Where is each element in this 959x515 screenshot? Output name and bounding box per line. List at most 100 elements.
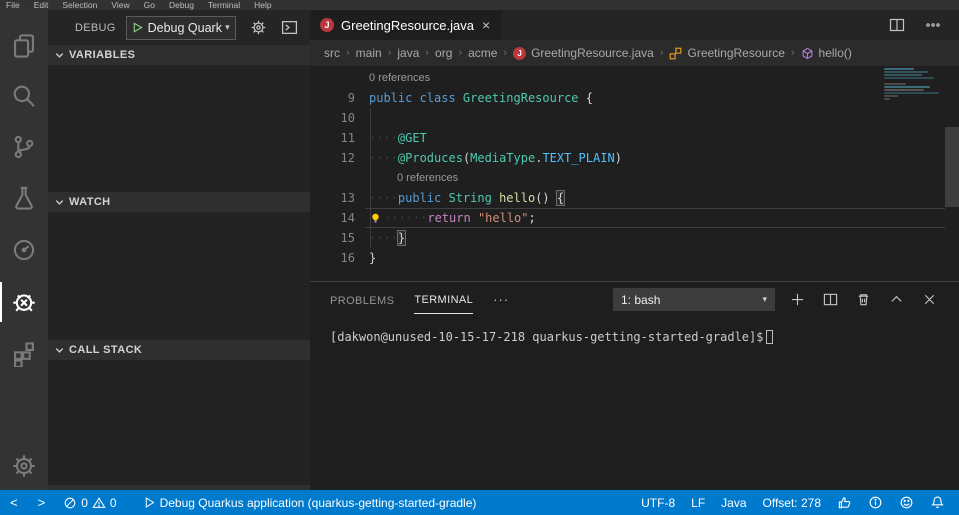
error-count: 0 <box>81 495 88 510</box>
call-stack-section-header[interactable]: CALL STACK <box>48 340 310 360</box>
breadcrumb-item-acme[interactable]: acme <box>468 46 497 60</box>
method-icon <box>801 47 814 60</box>
breadcrumb-separator: › <box>503 47 508 59</box>
navigate-forward-button[interactable]: > <box>28 490 56 515</box>
tab-greetingresource-java[interactable]: J GreetingResource.java × <box>310 10 502 40</box>
debug-icon[interactable] <box>0 278 48 326</box>
eol-status[interactable]: LF <box>683 490 713 515</box>
watch-section-header[interactable]: WATCH <box>48 192 310 212</box>
terminal-output[interactable]: [dakwon@unused-10-15-17-218 quarkus-gett… <box>330 330 774 344</box>
code-line-14[interactable]: 14 ·· ···· return "hello"; <box>310 208 959 228</box>
menu-item-edit[interactable]: Edit <box>34 0 49 10</box>
manage-gear-icon[interactable] <box>0 442 48 490</box>
breadcrumb-separator: › <box>790 47 795 59</box>
problems-status[interactable]: 0 0 <box>55 490 124 515</box>
feedback-thumbsup-icon[interactable] <box>829 490 860 515</box>
feedback-smiley-icon[interactable] <box>891 490 922 515</box>
code-line-10[interactable]: 10 <box>310 108 959 128</box>
watch-section-body <box>48 212 310 340</box>
new-terminal-icon[interactable] <box>790 292 805 307</box>
menu-item-help[interactable]: Help <box>254 0 271 10</box>
bottom-panel: PROBLEMS TERMINAL ··· 1: bash ▾ [dakwon@… <box>310 281 959 490</box>
code-line-13[interactable]: 13 ···· public String hello() { <box>310 188 959 208</box>
codelens-row[interactable]: 0 references <box>310 68 959 88</box>
breadcrumb-item-org[interactable]: org <box>435 46 452 60</box>
menu-item-go[interactable]: Go <box>144 0 155 10</box>
breadcrumb: src › main › java › org › acme › J GreetingResource… <box>310 40 959 66</box>
codelens-references[interactable]: 0 references <box>369 72 430 84</box>
breadcrumb-item-greetingresource-java[interactable]: J GreetingResource.java <box>513 46 654 60</box>
info-icon[interactable] <box>860 490 891 515</box>
menu-bar: File Edit Selection View Go Debug Terminal Help <box>0 0 959 10</box>
code-line-11[interactable]: 11 ···· @GET <box>310 128 959 148</box>
breadcrumb-item-hello-[interactable]: hello() <box>801 46 852 60</box>
breadcrumb-item-main[interactable]: main <box>356 46 382 60</box>
breadcrumb-separator: › <box>346 47 350 59</box>
extensions-icon[interactable] <box>0 330 48 378</box>
lightbulb-icon[interactable] <box>369 212 383 225</box>
close-panel-icon[interactable] <box>922 292 937 307</box>
configure-gear-icon[interactable] <box>250 19 267 36</box>
line-number: 13 <box>340 191 355 205</box>
tab-terminal[interactable]: TERMINAL <box>414 285 474 314</box>
kill-terminal-trash-icon[interactable] <box>856 292 871 307</box>
split-terminal-icon[interactable] <box>823 292 838 307</box>
menu-item-view[interactable]: View <box>111 0 129 10</box>
code-line-16[interactable]: 16} <box>310 248 959 268</box>
split-editor-icon[interactable] <box>889 17 905 33</box>
offset-status[interactable]: Offset: 278 <box>755 490 829 515</box>
menu-item-selection[interactable]: Selection <box>62 0 97 10</box>
terminal-prompt: [dakwon@unused-10-15-17-218 quarkus-gett… <box>330 330 764 344</box>
codelens-row[interactable]: 0 references <box>310 168 959 188</box>
debug-sidebar: DEBUG Debug Quark ▾ VARIABLES WATCH CALL… <box>48 10 310 490</box>
line-number: 10 <box>340 111 355 125</box>
breadcrumb-item-greetingresource[interactable]: GreetingResource <box>669 46 785 60</box>
code-line-9[interactable]: 9 public class GreetingResource { <box>310 88 959 108</box>
debug-launch-status[interactable]: Debug Quarkus application (quarkus-getti… <box>135 490 485 515</box>
notifications-bell-icon[interactable] <box>922 490 953 515</box>
panel-more-tabs-icon[interactable]: ··· <box>493 292 509 307</box>
menu-item-file[interactable]: File <box>6 0 20 10</box>
editor-group: J GreetingResource.java × src › main › java ›… <box>310 10 959 281</box>
chevron-down-icon <box>54 197 65 208</box>
variables-section-header[interactable]: VARIABLES <box>48 45 310 65</box>
tab-problems[interactable]: PROBLEMS <box>330 286 394 314</box>
line-number: 9 <box>347 91 355 105</box>
breadcrumb-separator: › <box>387 47 392 59</box>
start-debug-icon[interactable] <box>132 22 143 33</box>
line-number: 11 <box>340 131 355 145</box>
testing-beaker-icon[interactable] <box>0 174 48 222</box>
breadcrumb-item-src[interactable]: src <box>324 46 340 60</box>
status-bar: < > 0 0 Debug Quarkus application (quark… <box>0 490 959 515</box>
menu-item-terminal[interactable]: Terminal <box>208 0 240 10</box>
activity-bar <box>0 10 48 490</box>
gauge-icon[interactable] <box>0 226 48 274</box>
code-line-15[interactable]: 15 ····} <box>310 228 959 248</box>
navigate-back-button[interactable]: < <box>0 490 28 515</box>
breadcrumb-separator: › <box>659 47 664 59</box>
tab-close-icon[interactable]: × <box>482 18 490 32</box>
source-control-icon[interactable] <box>0 123 48 171</box>
open-debug-console-icon[interactable] <box>281 19 298 36</box>
breadcrumb-item-java[interactable]: java <box>397 46 419 60</box>
debug-configuration-dropdown[interactable]: Debug Quark ▾ <box>125 15 236 40</box>
minimap[interactable] <box>884 68 944 116</box>
more-actions-icon[interactable] <box>925 17 941 33</box>
debug-config-name: Debug Quark <box>147 20 222 35</box>
encoding-status[interactable]: UTF-8 <box>633 490 683 515</box>
editor-scrollbar[interactable] <box>945 127 959 207</box>
terminal-instance-select[interactable]: 1: bash ▾ <box>613 288 775 311</box>
maximize-panel-icon[interactable] <box>889 292 904 307</box>
codelens-references[interactable]: 0 references <box>397 172 458 184</box>
search-icon[interactable] <box>0 72 48 120</box>
code-line-12[interactable]: 12 ···· @Produces(MediaType. TEXT_PLAIN) <box>310 148 959 168</box>
breadcrumb-separator: › <box>458 47 463 59</box>
chevron-down-icon <box>54 50 65 61</box>
breadcrumb-separator: › <box>425 47 430 59</box>
language-mode-status[interactable]: Java <box>713 490 754 515</box>
menu-item-debug[interactable]: Debug <box>169 0 194 10</box>
code-editor[interactable]: 0 references 9 public class GreetingResour… <box>310 66 959 281</box>
panel-header: PROBLEMS TERMINAL ··· 1: bash ▾ <box>310 282 959 317</box>
class-icon <box>669 47 682 60</box>
explorer-icon[interactable] <box>0 22 48 70</box>
